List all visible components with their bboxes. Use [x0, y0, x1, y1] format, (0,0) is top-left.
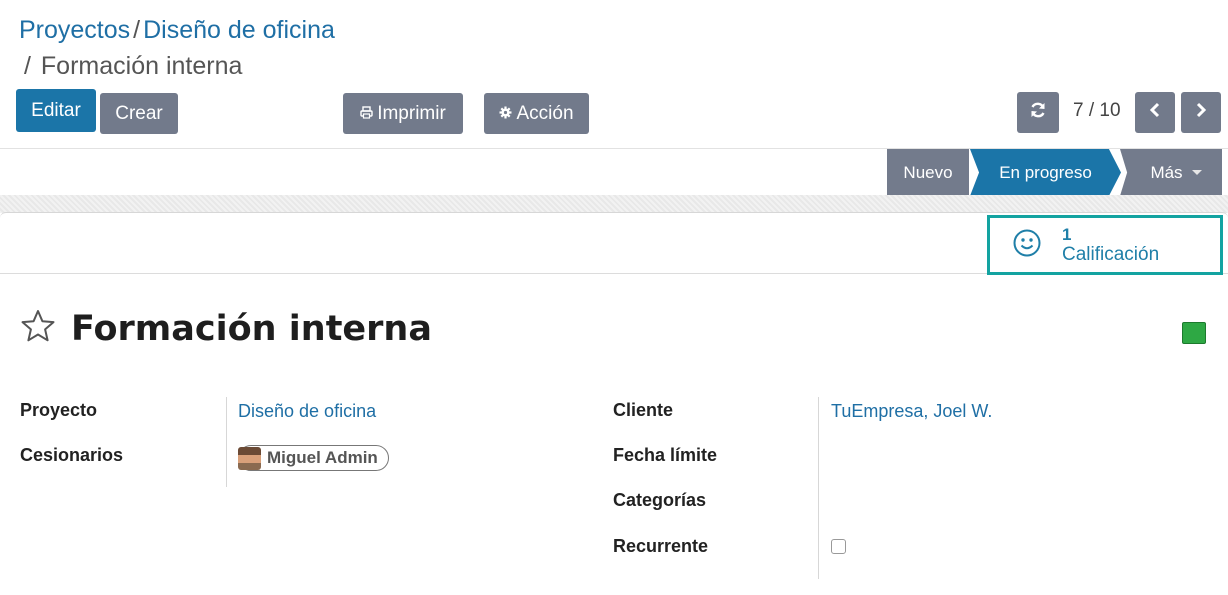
star-icon[interactable]: [20, 308, 56, 349]
title-row: Formación interna: [20, 308, 432, 349]
customer-label: Cliente: [613, 400, 674, 420]
chevron-left-icon: [1149, 102, 1161, 124]
rating-count: 1: [1062, 225, 1072, 244]
recurring-label: Recurrente: [613, 536, 709, 556]
avatar: [238, 446, 261, 470]
chevron-right-icon: [1195, 102, 1207, 124]
previous-record-button[interactable]: [1135, 92, 1175, 133]
breadcrumb-current: / Formación interna: [24, 48, 335, 84]
breadcrumb-separator: /: [24, 52, 31, 80]
rating-text: 1 Calificación: [1062, 225, 1159, 265]
breadcrumb-project-link[interactable]: Diseño de oficina: [143, 16, 335, 44]
stage-more-label: Más: [1150, 162, 1183, 182]
breadcrumb: Proyectos / Diseño de oficina / Formación …: [19, 12, 335, 84]
tags-label: Categorías: [613, 490, 707, 510]
stage-in-progress[interactable]: En progreso: [970, 149, 1121, 196]
record-title[interactable]: Formación interna: [71, 309, 432, 349]
deadline-label: Fecha límite: [613, 445, 718, 465]
button-box: 1 Calificación: [0, 213, 1228, 275]
form-sheet: 1 Calificación Formación interna Proyect…: [0, 212, 1228, 595]
assignees-label: Cesionarios: [20, 445, 124, 465]
project-value[interactable]: Diseño de oficina: [238, 401, 376, 422]
caret-down-icon: [1191, 170, 1202, 175]
reload-button[interactable]: [1017, 92, 1059, 133]
breadcrumb-separator: /: [133, 16, 141, 44]
assignee-name: Miguel Admin: [267, 448, 378, 467]
action-button[interactable]: Acción: [484, 93, 589, 134]
stage-nuevo[interactable]: Nuevo: [887, 149, 969, 196]
status-bar: Nuevo En progreso Más: [0, 148, 1228, 196]
create-button[interactable]: Crear: [100, 93, 178, 134]
edit-button[interactable]: Editar: [16, 89, 96, 132]
column-divider: [226, 397, 227, 487]
stage-more-dropdown[interactable]: Más: [1120, 149, 1222, 196]
next-record-button[interactable]: [1181, 92, 1221, 133]
gear-icon: [499, 106, 512, 122]
rating-smart-button[interactable]: 1 Calificación: [987, 215, 1223, 275]
refresh-icon: [1029, 101, 1047, 125]
project-label: Proyecto: [20, 400, 98, 420]
recurring-checkbox[interactable]: [831, 539, 846, 554]
breadcrumb-projects-link[interactable]: Proyectos: [19, 16, 130, 44]
kanban-state-indicator[interactable]: [1182, 322, 1206, 344]
smiley-icon: [990, 228, 1042, 263]
form-background: [0, 195, 1228, 213]
breadcrumb-current-label: Formación interna: [40, 52, 243, 80]
assignee-tag[interactable]: Miguel Admin: [238, 445, 389, 471]
action-label: Acción: [516, 102, 574, 124]
print-button[interactable]: Imprimir: [343, 93, 463, 134]
rating-label: Calificación: [1062, 244, 1160, 265]
pager-value[interactable]: 7 / 10: [1073, 100, 1121, 122]
print-icon: [360, 105, 373, 122]
print-label: Imprimir: [377, 102, 446, 124]
column-divider: [818, 397, 819, 579]
customer-value[interactable]: TuEmpresa, Joel W.: [831, 401, 992, 422]
